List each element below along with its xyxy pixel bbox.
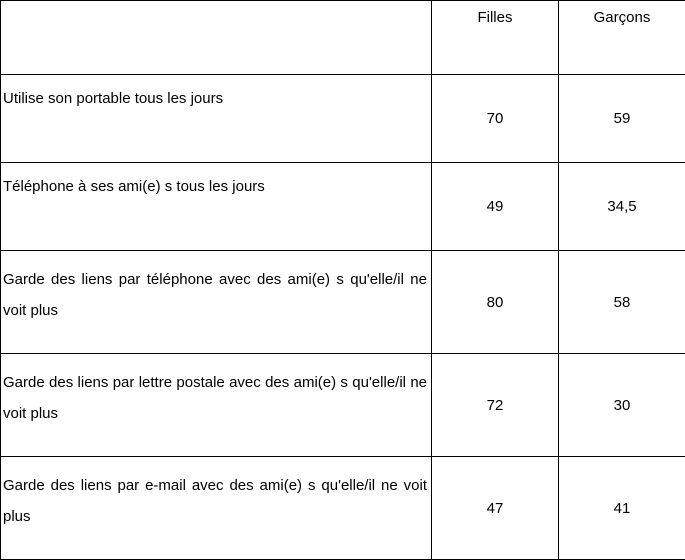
row-value-filles: 70 (432, 75, 559, 163)
row-value-garcons: 59 (559, 75, 685, 163)
row-label: Garde des liens par téléphone avec des a… (1, 251, 432, 354)
table-row: Utilise son portable tous les jours 70 5… (1, 75, 685, 163)
table-row: Téléphone à ses ami(e) s tous les jours … (1, 163, 685, 251)
row-value-filles: 72 (432, 354, 559, 457)
row-value-filles: 80 (432, 251, 559, 354)
row-label: Utilise son portable tous les jours (1, 75, 432, 163)
row-value-garcons: 58 (559, 251, 685, 354)
row-value-garcons: 34,5 (559, 163, 685, 251)
table-header-row: Filles Garçons (1, 1, 685, 75)
header-blank (1, 1, 432, 75)
row-label: Garde des liens par e-mail avec des ami(… (1, 457, 432, 560)
table-row: Garde des liens par e-mail avec des ami(… (1, 457, 685, 560)
row-value-filles: 47 (432, 457, 559, 560)
row-value-garcons: 41 (559, 457, 685, 560)
table-row: Garde des liens par lettre postale avec … (1, 354, 685, 457)
header-garcons: Garçons (559, 1, 685, 75)
header-filles: Filles (432, 1, 559, 75)
row-label: Téléphone à ses ami(e) s tous les jours (1, 163, 432, 251)
row-value-filles: 49 (432, 163, 559, 251)
data-table: Filles Garçons Utilise son portable tous… (0, 0, 685, 560)
row-label: Garde des liens par lettre postale avec … (1, 354, 432, 457)
row-value-garcons: 30 (559, 354, 685, 457)
table-row: Garde des liens par téléphone avec des a… (1, 251, 685, 354)
